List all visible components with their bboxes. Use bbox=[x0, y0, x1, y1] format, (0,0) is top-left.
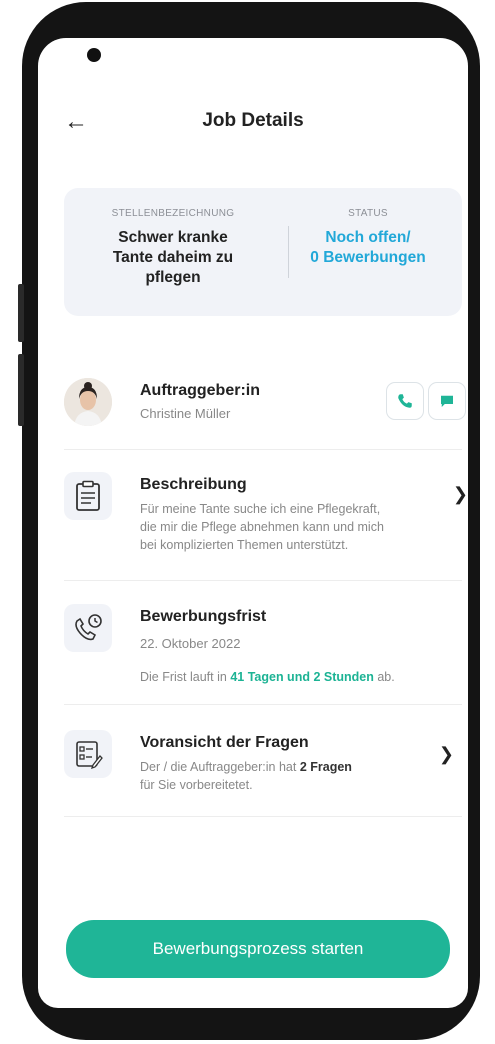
position-title-line: pflegen bbox=[145, 269, 201, 286]
description-line: die mir die Pflege abnehmen kann und mic… bbox=[140, 520, 384, 534]
page-title: Job Details bbox=[202, 110, 304, 131]
questions-title: Voransicht der Fragen bbox=[140, 734, 309, 751]
questions-icon-box bbox=[64, 730, 112, 778]
questions-count: 2 Fragen bbox=[299, 760, 352, 774]
description-title: Beschreibung bbox=[140, 476, 247, 493]
description-row[interactable]: Beschreibung Für meine Tante suche ich e… bbox=[64, 472, 468, 572]
deadline-row: Bewerbungsfrist 22. Oktober 2022 Die Fri… bbox=[64, 604, 462, 704]
status-caption: STATUS bbox=[348, 208, 388, 219]
deadline-title: Bewerbungsfrist bbox=[140, 608, 267, 625]
row-divider bbox=[64, 704, 462, 705]
deadline-highlight: 41 Tagen und 2 Stunden bbox=[230, 670, 374, 684]
app-screen: ← Job Details STELLENBEZEICHNUNG Schwer … bbox=[38, 38, 468, 1008]
avatar-icon bbox=[64, 378, 112, 426]
status-value-line: 0 Bewerbungen bbox=[310, 249, 426, 266]
call-button[interactable] bbox=[386, 382, 424, 420]
status-column: STATUS Noch offen/ 0 Bewerbungen bbox=[280, 208, 456, 268]
deadline-prefix: Die Frist lauft in bbox=[140, 670, 227, 684]
front-camera bbox=[87, 48, 101, 62]
position-caption: STELLENBEZEICHNUNG bbox=[111, 208, 235, 219]
deadline-suffix: ab. bbox=[377, 670, 395, 684]
questions-line: für Sie vorbereitetet. bbox=[140, 778, 253, 792]
power-button bbox=[18, 284, 24, 342]
row-divider bbox=[64, 580, 462, 581]
status-value-line: Noch offen/ bbox=[325, 229, 411, 246]
position-title-line: Tante daheim zu bbox=[112, 249, 234, 266]
client-avatar bbox=[64, 378, 112, 426]
client-title: Auftraggeber:in bbox=[140, 382, 260, 399]
job-summary-card: STELLENBEZEICHNUNG Schwer kranke Tante d… bbox=[64, 188, 462, 316]
position-title-line: Schwer kranke bbox=[118, 229, 228, 246]
row-divider bbox=[64, 816, 462, 817]
row-divider bbox=[64, 449, 462, 450]
client-name: Christine Müller bbox=[140, 406, 231, 421]
volume-button bbox=[18, 354, 24, 426]
questions-row[interactable]: Voransicht der Fragen Der / die Auftragg… bbox=[64, 730, 462, 810]
checklist-icon bbox=[76, 741, 103, 770]
chevron-right-icon[interactable]: ❯ bbox=[439, 744, 454, 765]
description-line: bei komplizierten Themen unterstützt. bbox=[140, 538, 349, 552]
client-row: Auftraggeber:in Christine Müller bbox=[64, 378, 466, 438]
deadline-icon-box bbox=[64, 604, 112, 652]
phone-clock-icon bbox=[75, 614, 102, 641]
phone-icon bbox=[398, 394, 412, 408]
chat-icon bbox=[441, 395, 453, 407]
start-application-button[interactable]: Bewerbungsprozess starten bbox=[66, 920, 450, 978]
message-button[interactable] bbox=[428, 382, 466, 420]
description-line: Für meine Tante suche ich eine Pflegekra… bbox=[140, 502, 381, 516]
deadline-remaining: Die Frist lauft in 41 Tagen und 2 Stunde… bbox=[140, 668, 395, 686]
top-bar: ← Job Details bbox=[38, 108, 468, 138]
questions-prefix: Der / die Auftraggeber:in hat bbox=[140, 760, 297, 774]
description-icon-box bbox=[64, 472, 112, 520]
deadline-date: 22. Oktober 2022 bbox=[140, 636, 241, 651]
chevron-right-icon[interactable]: ❯ bbox=[453, 484, 468, 505]
clipboard-icon bbox=[76, 480, 100, 511]
position-column: STELLENBEZEICHNUNG Schwer kranke Tante d… bbox=[78, 208, 268, 288]
questions-line: Der / die Auftraggeber:in hat 2 Fragen bbox=[140, 758, 352, 776]
